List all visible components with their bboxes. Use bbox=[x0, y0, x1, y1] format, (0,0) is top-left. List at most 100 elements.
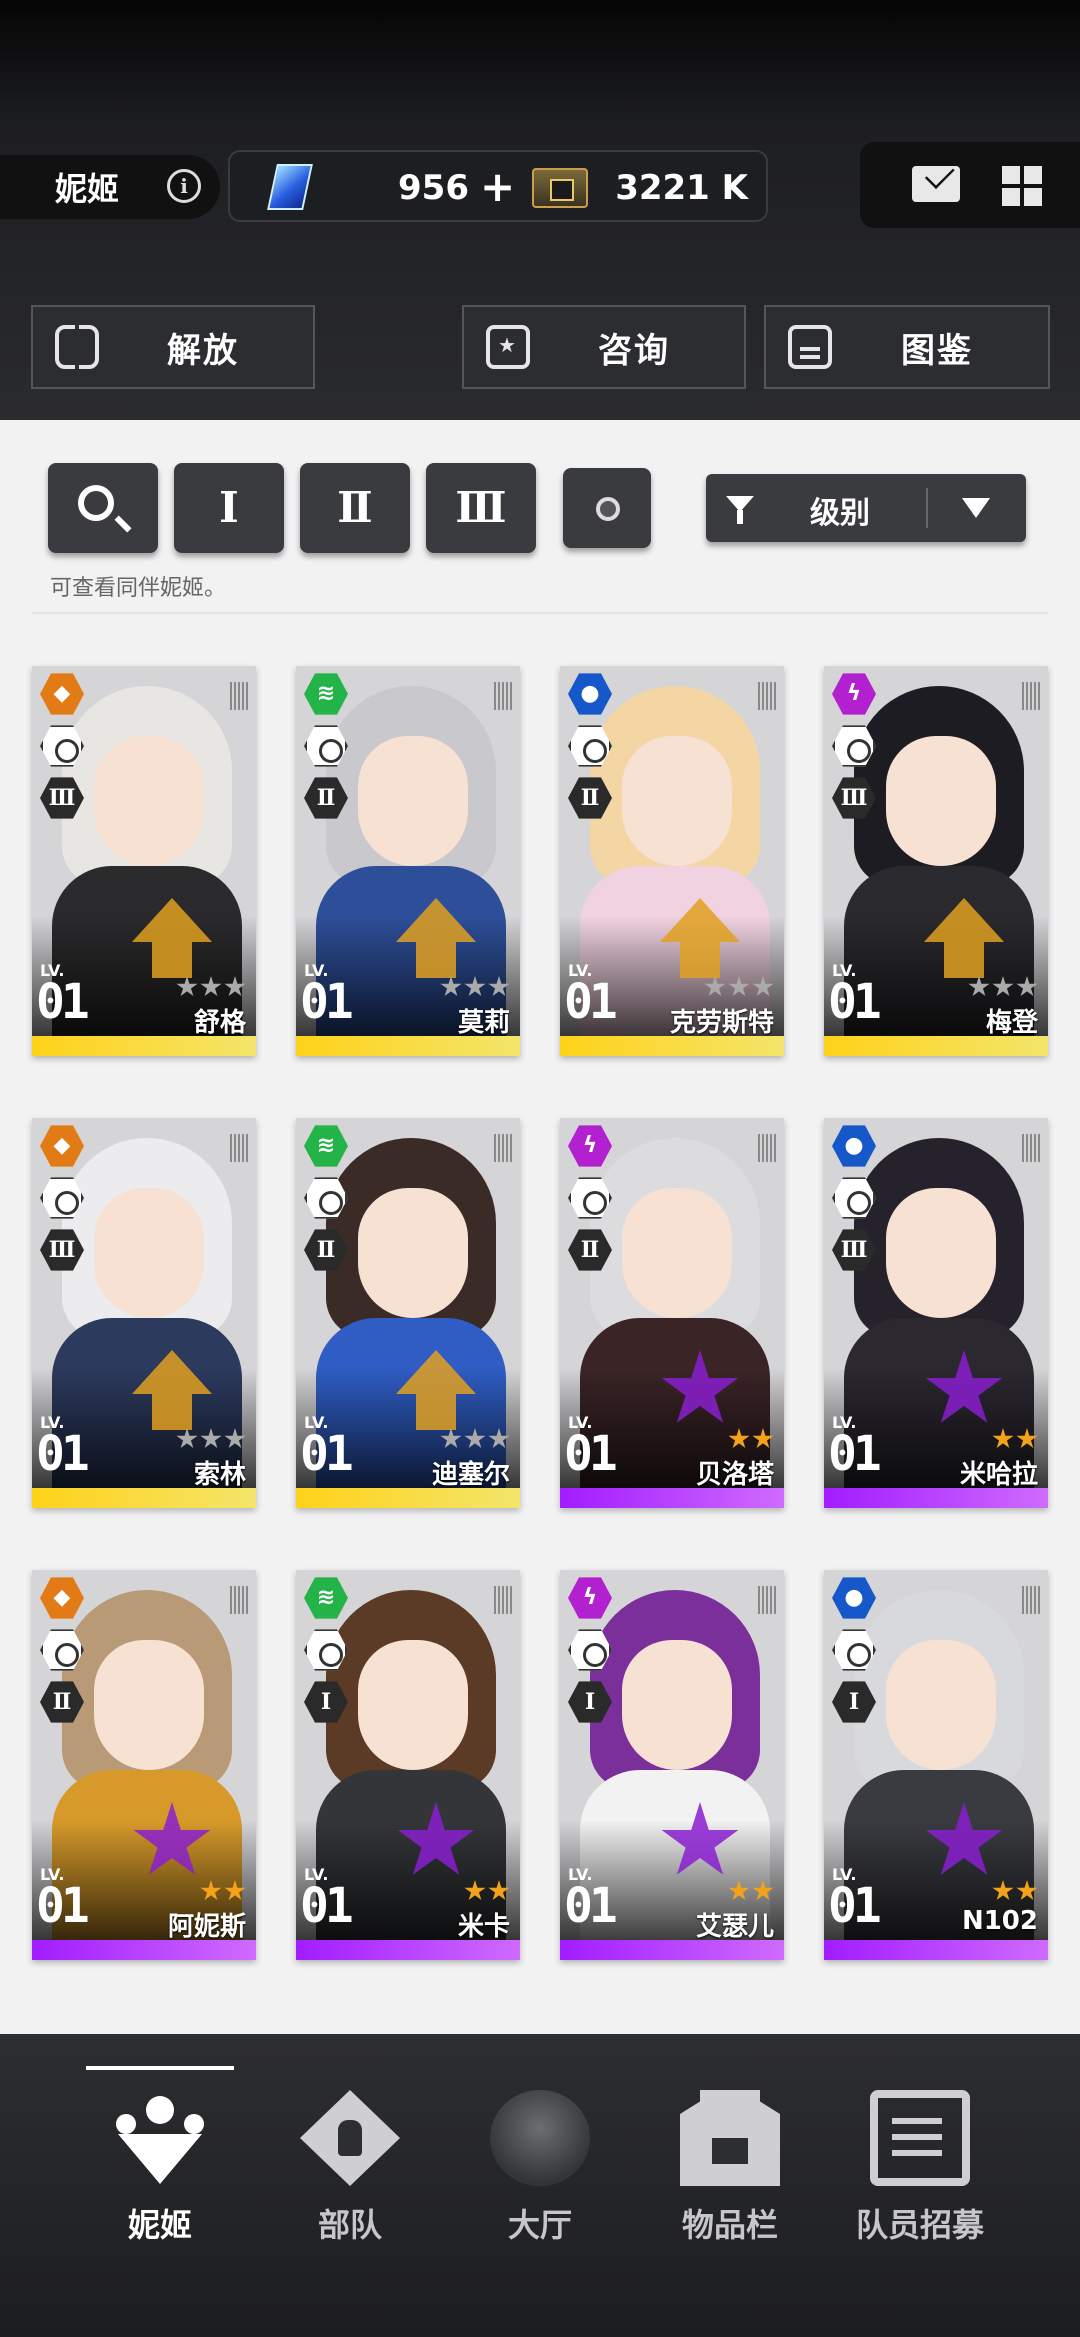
sort-label: 级别 bbox=[810, 496, 870, 531]
star-icon bbox=[488, 976, 510, 997]
search-button[interactable] bbox=[48, 463, 158, 553]
character-card[interactable]: ◆ Ⅱ LV. 01 阿妮斯 bbox=[32, 1570, 256, 1960]
star-icon bbox=[968, 976, 990, 997]
star-icon bbox=[200, 1880, 222, 1901]
star-icon bbox=[224, 1880, 246, 1901]
character-name: 索林 bbox=[193, 1460, 246, 1490]
nav-lobby[interactable]: 大厅 bbox=[450, 2034, 630, 2337]
character-card[interactable]: ● Ⅱ LV. 01 克劳斯特 bbox=[560, 666, 784, 1056]
system-menu bbox=[860, 142, 1080, 228]
level-value: 01 bbox=[36, 1878, 90, 1934]
inventory-vest-icon bbox=[680, 2090, 780, 2186]
star-rating bbox=[200, 1880, 246, 1902]
star-rating bbox=[176, 976, 246, 998]
nav-recruit[interactable]: 队员招募 bbox=[830, 2034, 1010, 2337]
character-card[interactable]: ◆ Ⅲ LV. 01 索林 bbox=[32, 1118, 256, 1508]
character-card[interactable]: ≋ Ⅱ LV. 01 莫莉 bbox=[296, 666, 520, 1056]
character-name: 迪塞尔 bbox=[431, 1460, 510, 1490]
character-card[interactable]: ≋ Ⅱ LV. 01 迪塞尔 bbox=[296, 1118, 520, 1508]
squad-icon bbox=[300, 2090, 400, 2186]
barcode-icon bbox=[1022, 1134, 1042, 1162]
search-icon bbox=[78, 485, 114, 521]
rarity-bar bbox=[560, 1940, 784, 1960]
nav-squad[interactable]: 部队 bbox=[260, 2034, 440, 2337]
barcode-icon bbox=[494, 1134, 514, 1162]
star-rating bbox=[968, 976, 1038, 998]
level-value: 01 bbox=[564, 1426, 618, 1482]
star-rating bbox=[728, 1880, 774, 1902]
character-card[interactable]: ≋ Ⅰ LV. 01 米卡 bbox=[296, 1570, 520, 1960]
character-name: 米卡 bbox=[457, 1912, 510, 1942]
top-header: 妮姬 i 956 + 3221 K 解放 咨询 图鉴 bbox=[0, 0, 1080, 420]
filter-burst-2[interactable]: Ⅱ bbox=[300, 463, 410, 553]
release-icon bbox=[55, 325, 99, 369]
star-icon bbox=[752, 976, 774, 997]
star-rating bbox=[992, 1428, 1038, 1450]
filter-icon bbox=[726, 496, 754, 524]
sort-dropdown[interactable]: 级别 bbox=[706, 474, 1026, 542]
rarity-bar bbox=[296, 1036, 520, 1056]
level-value: 01 bbox=[300, 1878, 354, 1934]
filter-burst-1[interactable]: Ⅰ bbox=[174, 463, 284, 553]
level-value: 01 bbox=[564, 974, 618, 1030]
character-card[interactable]: ● Ⅲ LV. 01 米哈拉 bbox=[824, 1118, 1048, 1508]
nikke-icon bbox=[110, 2090, 210, 2186]
nav-nikke[interactable]: 妮姬 bbox=[70, 2034, 250, 2337]
star-icon bbox=[1016, 976, 1038, 997]
star-icon bbox=[224, 1428, 246, 1449]
barcode-icon bbox=[230, 1586, 250, 1614]
bottom-nav: 妮姬 部队 大厅 物品栏 队员招募 bbox=[0, 2034, 1080, 2337]
star-rating bbox=[728, 1428, 774, 1450]
add-gems-button[interactable]: + bbox=[480, 162, 515, 211]
character-name: 莫莉 bbox=[457, 1008, 510, 1038]
circle-icon bbox=[596, 497, 620, 521]
barcode-icon bbox=[230, 1134, 250, 1162]
nav-recruit-label: 队员招募 bbox=[855, 2206, 984, 2244]
star-icon bbox=[464, 1428, 486, 1449]
gem-count: 956 bbox=[398, 168, 469, 208]
character-name: N102 bbox=[961, 1906, 1038, 1936]
rarity-bar bbox=[296, 1940, 520, 1960]
level-value: 01 bbox=[828, 1878, 882, 1934]
level-value: 01 bbox=[36, 1426, 90, 1482]
codex-button[interactable]: 图鉴 bbox=[764, 305, 1050, 389]
star-rating bbox=[440, 976, 510, 998]
barcode-icon bbox=[494, 1586, 514, 1614]
character-name: 米哈拉 bbox=[959, 1460, 1038, 1490]
character-name: 梅登 bbox=[985, 1008, 1038, 1038]
barcode-icon bbox=[230, 682, 250, 710]
level-value: 01 bbox=[564, 1878, 618, 1934]
codex-icon bbox=[788, 325, 832, 369]
star-icon bbox=[752, 1428, 774, 1449]
character-card[interactable]: ϟ Ⅰ LV. 01 艾瑟儿 bbox=[560, 1570, 784, 1960]
star-icon bbox=[1016, 1880, 1038, 1901]
rarity-bar bbox=[824, 1488, 1048, 1508]
gem-icon bbox=[267, 164, 313, 210]
chevron-down-icon bbox=[962, 498, 990, 518]
barcode-icon bbox=[758, 1134, 778, 1162]
filter-burst-3[interactable]: Ⅲ bbox=[426, 463, 536, 553]
app-root: 妮姬 i 956 + 3221 K 解放 咨询 图鉴 Ⅰ bbox=[0, 0, 1080, 2337]
nav-inventory[interactable]: 物品栏 bbox=[640, 2034, 820, 2337]
nikke-tab[interactable]: 妮姬 i bbox=[0, 155, 220, 219]
character-card[interactable]: ϟ Ⅲ LV. 01 梅登 bbox=[824, 666, 1048, 1056]
info-icon[interactable]: i bbox=[167, 169, 201, 203]
mail-icon[interactable] bbox=[912, 166, 960, 202]
star-rating bbox=[704, 976, 774, 998]
character-card[interactable]: ϟ Ⅱ LV. 01 贝洛塔 bbox=[560, 1118, 784, 1508]
grid-menu-icon[interactable] bbox=[1002, 166, 1042, 206]
character-card[interactable]: ◆ Ⅲ LV. 01 舒格 bbox=[32, 666, 256, 1056]
character-card[interactable]: ● Ⅰ LV. 01 N102 bbox=[824, 1570, 1048, 1960]
character-name: 贝洛塔 bbox=[695, 1460, 774, 1490]
consult-button[interactable]: 咨询 bbox=[462, 305, 746, 389]
release-button[interactable]: 解放 bbox=[31, 305, 315, 389]
star-icon bbox=[488, 1428, 510, 1449]
star-rating bbox=[440, 1428, 510, 1450]
star-rating bbox=[992, 1880, 1038, 1902]
level-value: 01 bbox=[828, 974, 882, 1030]
barcode-icon bbox=[1022, 682, 1042, 710]
star-icon bbox=[440, 1428, 462, 1449]
hint-text: 可查看同伴妮姬。 bbox=[50, 576, 227, 601]
filter-all-toggle[interactable] bbox=[563, 468, 651, 548]
star-icon bbox=[752, 1880, 774, 1901]
